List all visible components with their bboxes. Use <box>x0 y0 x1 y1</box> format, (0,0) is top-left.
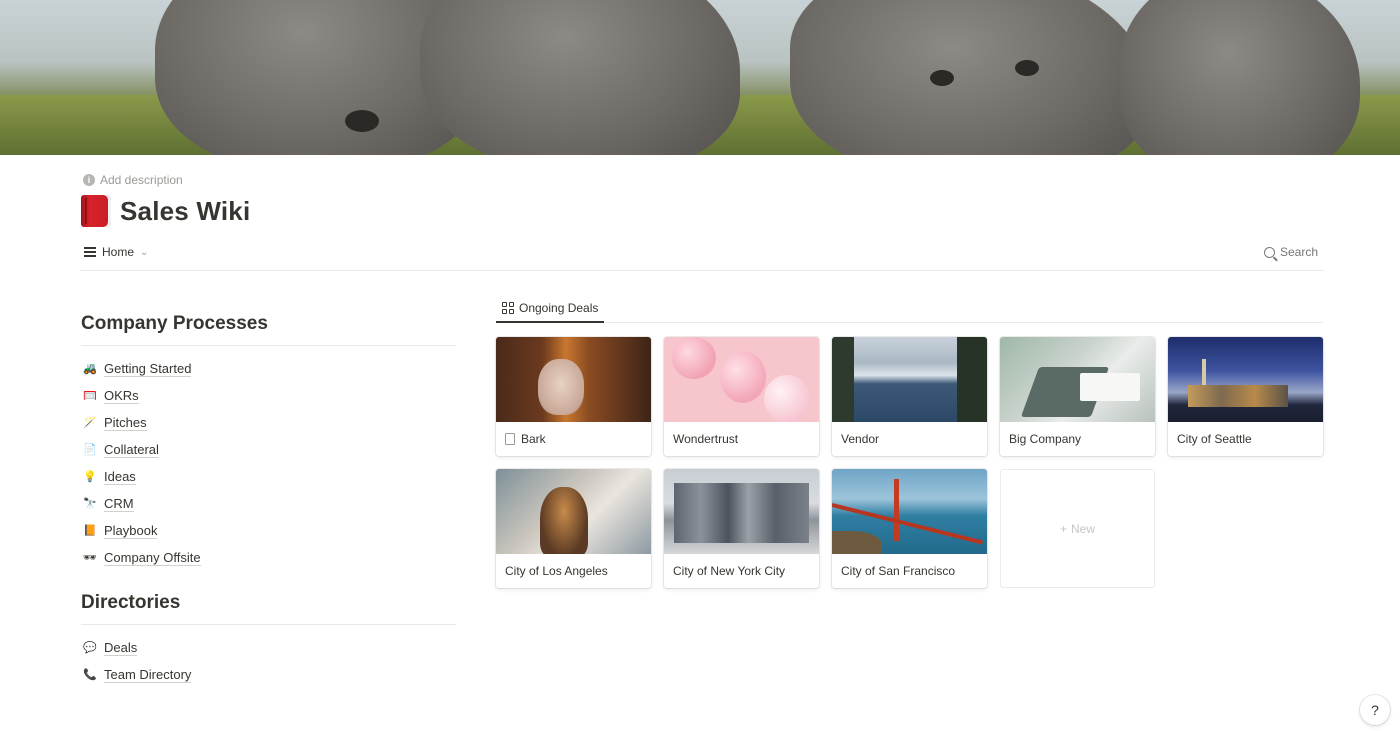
page-link[interactable]: Team Directory <box>104 667 192 683</box>
search-icon <box>1263 246 1275 258</box>
book-icon: 📙 <box>83 525 97 537</box>
card-title: Vendor <box>841 432 880 446</box>
page-cover-image <box>0 0 1400 155</box>
telescope-icon: 🔭 <box>83 498 97 510</box>
card-caption: City of Seattle <box>1168 422 1323 456</box>
card-cover-dog-image <box>496 337 651 422</box>
card-caption: Vendor <box>832 422 987 456</box>
card-title: City of New York City <box>673 564 786 578</box>
page-link[interactable]: Pitches <box>104 415 147 431</box>
document-icon: 📄 <box>83 444 97 456</box>
gallery-card-city-of-new-york-city[interactable]: City of New York City <box>664 469 819 588</box>
section-heading-directories: Directories <box>81 592 456 625</box>
gallery-card-city-of-san-francisco[interactable]: City of San Francisco <box>832 469 987 588</box>
page-link[interactable]: CRM <box>104 496 134 512</box>
card-caption: Bark <box>496 422 651 456</box>
cover-elephant <box>1120 0 1360 155</box>
card-caption: City of Los Angeles <box>496 554 651 588</box>
info-icon: i <box>83 174 95 186</box>
page-link[interactable]: Ideas <box>104 469 136 485</box>
add-description-button[interactable]: i Add description <box>83 173 183 187</box>
search-label: Search <box>1279 245 1318 259</box>
tab-ongoing-deals[interactable]: Ongoing Deals <box>496 294 605 323</box>
page-link[interactable]: Getting Started <box>104 361 192 377</box>
tractor-icon: 🚜 <box>83 363 97 375</box>
card-title: City of San Francisco <box>841 564 956 578</box>
list-item[interactable]: 📙 Playbook <box>83 517 201 544</box>
tab-label: Ongoing Deals <box>519 300 599 315</box>
directories-list: 💬 Deals 📞 Team Directory <box>83 634 192 688</box>
gallery-card-vendor[interactable]: Vendor <box>832 337 987 456</box>
card-title: City of Los Angeles <box>505 564 608 578</box>
red-book-icon[interactable] <box>81 195 111 227</box>
card-title: Bark <box>521 432 546 446</box>
gallery-card-big-company[interactable]: Big Company <box>1000 337 1155 456</box>
gallery-grid-icon <box>502 301 514 314</box>
list-item[interactable]: 🪄 Pitches <box>83 409 201 436</box>
page-link[interactable]: OKRs <box>104 388 139 404</box>
list-item[interactable]: 📞 Team Directory <box>83 661 192 688</box>
new-card-button[interactable]: + New <box>1000 469 1155 588</box>
list-item[interactable]: 🚜 Getting Started <box>83 355 201 382</box>
card-cover-nyc-image <box>664 469 819 554</box>
telephone-icon: 📞 <box>83 669 97 681</box>
page-link[interactable]: Company Offsite <box>104 550 201 566</box>
card-cover-seattle-image <box>1168 337 1323 422</box>
card-cover-golden-gate-image <box>832 469 987 554</box>
plus-icon: + <box>1059 521 1067 536</box>
cover-elephant <box>790 0 1150 155</box>
goal-net-icon: 🥅 <box>83 390 97 402</box>
list-item[interactable]: 💡 Ideas <box>83 463 201 490</box>
view-switcher-button[interactable]: Home ⌄ <box>84 245 148 259</box>
gallery-card-city-of-los-angeles[interactable]: City of Los Angeles <box>496 469 651 588</box>
page-link[interactable]: Playbook <box>104 523 158 539</box>
view-bar: Home ⌄ Search <box>80 243 1324 271</box>
page-title-row: Sales Wiki <box>81 195 250 227</box>
page-link[interactable]: Deals <box>104 640 138 656</box>
card-title: Big Company <box>1009 432 1082 446</box>
cover-elephant <box>420 0 740 155</box>
chevron-down-icon: ⌄ <box>140 246 149 258</box>
card-cover-person-image <box>496 469 651 554</box>
card-caption: Wondertrust <box>664 422 819 456</box>
card-caption: City of New York City <box>664 554 819 588</box>
company-processes-list: 🚜 Getting Started 🥅 OKRs 🪄 Pitches 📄 Collate… <box>83 355 201 571</box>
list-item[interactable]: 💬 Deals <box>83 634 191 661</box>
page-icon <box>505 433 515 445</box>
gallery-card-bark[interactable]: Bark <box>496 337 651 456</box>
speech-bubble-icon: 💬 <box>83 642 97 654</box>
question-mark-icon: ? <box>1371 702 1379 718</box>
gallery-card-wondertrust[interactable]: Wondertrust <box>664 337 819 456</box>
card-cover-balloons-image <box>664 337 819 422</box>
list-item[interactable]: 🕶 Company Offsite <box>83 544 201 571</box>
add-description-label: Add description <box>100 173 183 187</box>
list-item[interactable]: 📄 Collateral <box>83 436 201 463</box>
list-item[interactable]: 🥅 OKRs <box>83 382 201 409</box>
search-button[interactable]: Search <box>1263 245 1318 259</box>
card-cover-laptop-image <box>1000 337 1155 422</box>
lightbulb-icon: 💡 <box>83 471 97 483</box>
help-button[interactable]: ? <box>1360 695 1390 725</box>
card-caption: Big Company <box>1000 422 1155 456</box>
card-title: City of Seattle <box>1177 432 1252 446</box>
gallery-tab-bar: Ongoing Deals <box>496 294 1323 323</box>
sunglasses-icon: 🕶 <box>83 552 97 564</box>
gallery-card-city-of-seattle[interactable]: City of Seattle <box>1168 337 1323 456</box>
card-cover-lake-image <box>832 337 987 422</box>
list-icon <box>84 247 96 257</box>
section-heading-company-processes: Company Processes <box>81 313 456 346</box>
page-title[interactable]: Sales Wiki <box>120 196 250 227</box>
list-item[interactable]: 🔭 CRM <box>83 490 201 517</box>
current-view-label: Home <box>102 245 135 259</box>
new-label: New <box>1071 521 1096 536</box>
card-title: Wondertrust <box>673 432 739 446</box>
page-link[interactable]: Collateral <box>104 442 159 458</box>
magic-wand-icon: 🪄 <box>83 417 97 429</box>
card-caption: City of San Francisco <box>832 554 987 588</box>
